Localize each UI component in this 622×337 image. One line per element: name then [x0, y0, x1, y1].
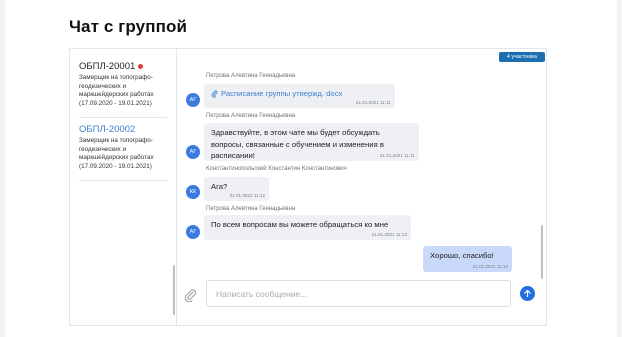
sidebar-divider	[79, 180, 167, 181]
message-sender: Петрова Алевтина Геннадьевна	[206, 73, 296, 79]
send-button[interactable]	[520, 286, 535, 301]
message-text: Ага?	[211, 182, 228, 191]
group-title: ОБПЛ-20002	[79, 124, 167, 135]
avatar: КК	[186, 185, 200, 199]
file-name: Расписание группы утвержд. docx	[221, 89, 343, 98]
message-sender: Петрова Алевтина Геннадьевна	[206, 206, 296, 212]
group-title-text: ОБПЛ-20002	[79, 124, 136, 135]
chat-panel: ОБПЛ-20001 Замерщик на топографо-геодези…	[69, 48, 547, 326]
message-time: 21.01.2021 11:14	[472, 264, 508, 269]
group-title-text: ОБПЛ-20001	[79, 61, 136, 72]
own-message-bubble: Хорошо, спасибо! 21.01.2021 11:14	[423, 246, 512, 272]
arrow-up-icon	[524, 289, 531, 298]
avatar: АГ	[186, 225, 200, 239]
group-title: ОБПЛ-20001	[79, 61, 167, 72]
message-input-box[interactable]	[206, 280, 511, 307]
avatar: АГ	[186, 93, 200, 107]
members-count-badge[interactable]: 4 участника	[498, 52, 545, 62]
file-attachment-link[interactable]: Расписание группы утвержд. docx	[211, 88, 388, 100]
message-time: 21.01.2021 11:11	[355, 100, 391, 105]
page-title: Чат с группой	[69, 17, 187, 36]
avatar: АГ	[186, 145, 200, 159]
message-text: Здравствуйте, в этом чате мы будет обсуж…	[211, 128, 384, 160]
message-time: 21.01.2021 11:13	[371, 232, 407, 237]
message-sender: Константинопольский Константин Константи…	[206, 166, 347, 172]
groups-sidebar: ОБПЛ-20001 Замерщик на топографо-геодези…	[70, 49, 177, 325]
group-item-20002[interactable]: ОБПЛ-20002 Замерщик на топографо-геодези…	[79, 124, 167, 172]
message-time: 21.01.2021 11:11	[379, 153, 415, 158]
message-bubble: Здравствуйте, в этом чате мы будет обсуж…	[204, 123, 419, 161]
group-description: Замерщик на топографо-геодезических и ма…	[79, 74, 154, 108]
group-item-20001[interactable]: ОБПЛ-20001 Замерщик на топографо-геодези…	[79, 61, 167, 109]
message-text: По всем вопросам вы можете обращаться ко…	[211, 220, 389, 229]
chat-area: 4 участника Петрова Алевтина Геннадьевна…	[177, 49, 546, 325]
message-bubble: Ага? 21.01.2021 11:12	[204, 177, 269, 201]
message-text: Хорошо, спасибо!	[430, 251, 494, 260]
unread-indicator	[138, 64, 144, 69]
sidebar-divider	[79, 117, 167, 118]
message-bubble: По всем вопросам вы можете обращаться ко…	[204, 215, 411, 240]
message-input[interactable]	[207, 281, 510, 306]
message-bubble: Расписание группы утвержд. docx 21.01.20…	[204, 84, 395, 108]
paperclip-icon	[211, 90, 218, 98]
message-composer	[177, 278, 546, 314]
chat-scrollbar[interactable]	[541, 225, 543, 279]
paperclip-icon[interactable]	[183, 288, 197, 302]
group-description: Замерщик на топографо-геодезических и ма…	[79, 137, 154, 171]
message-sender: Петрова Алевтина Геннадьевна	[206, 113, 296, 119]
sidebar-scrollbar[interactable]	[173, 265, 175, 315]
message-time: 21.01.2021 11:12	[229, 193, 265, 198]
